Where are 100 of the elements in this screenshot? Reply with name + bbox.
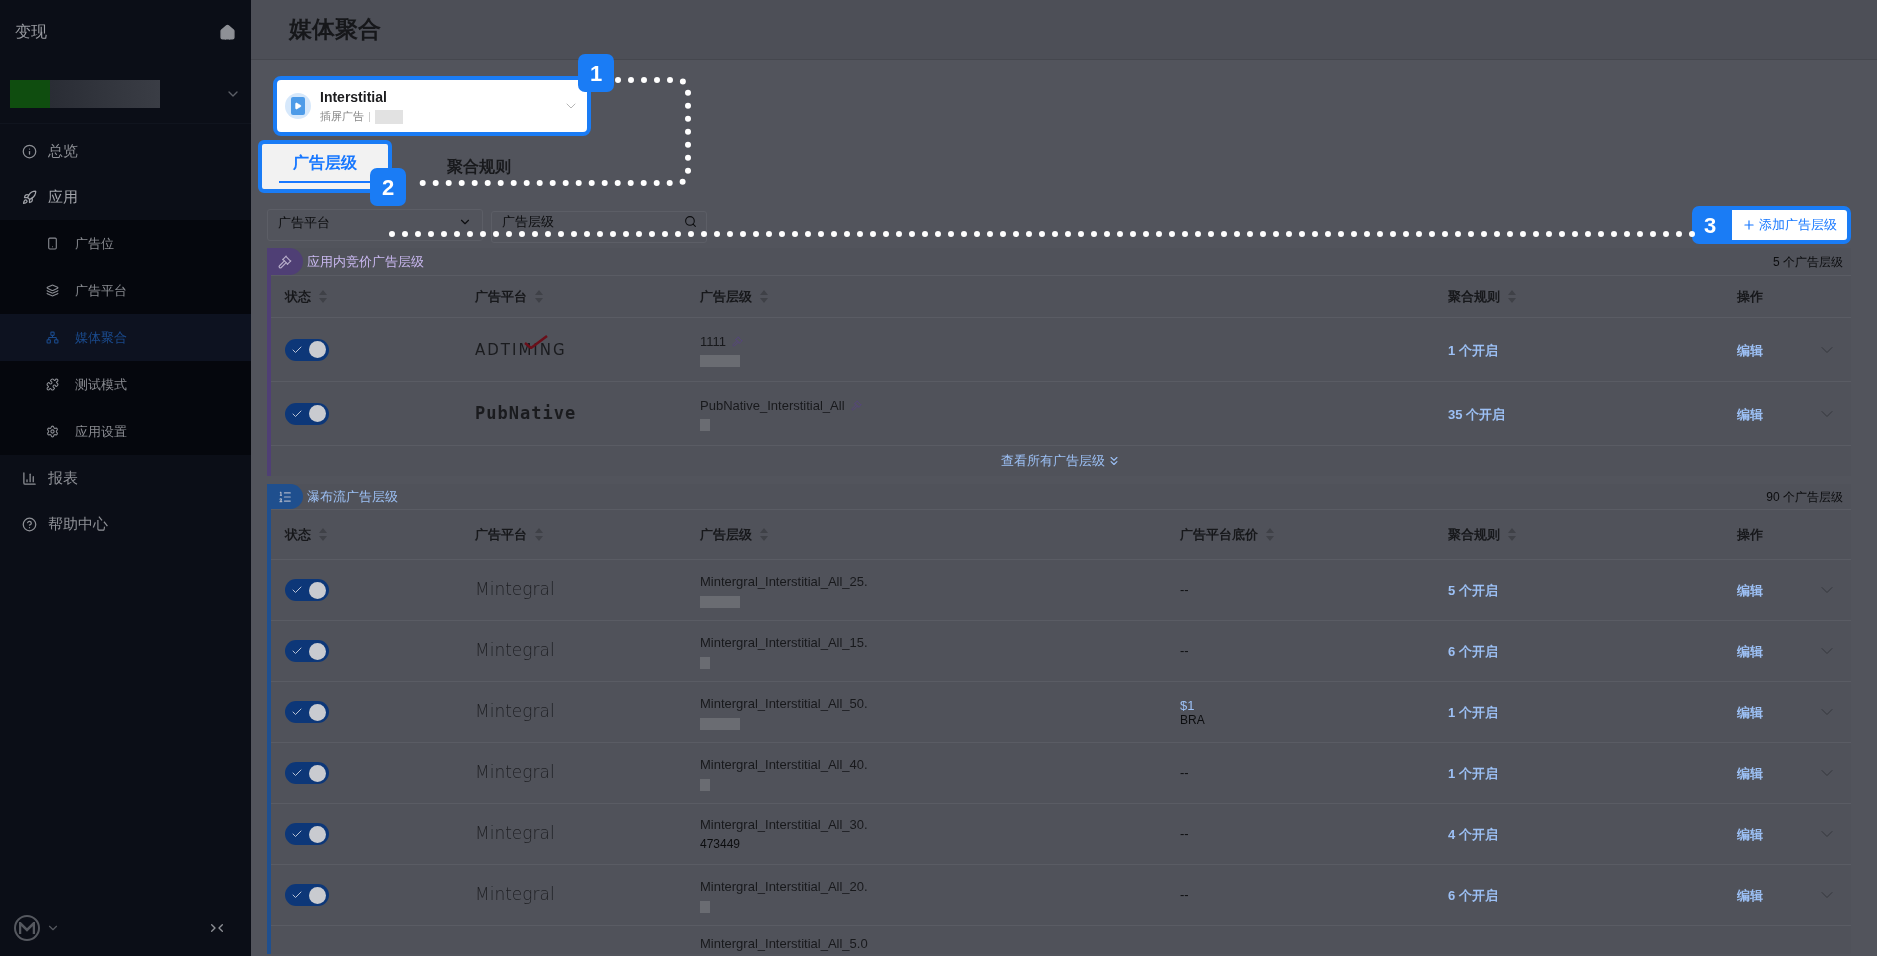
section-title: 应用内竞价广告层级 [307,252,424,271]
edit-link[interactable]: 编辑 [1737,766,1763,781]
gavel-icon [732,336,744,347]
layer-id: 473449 [700,835,742,853]
column-header: 聚合规则 [1448,525,1500,544]
double-chevron-icon [1107,454,1121,468]
rules-link[interactable]: 5 个开启 [1448,583,1498,598]
step-badge: 1 [578,54,614,92]
blurred-block [375,109,403,124]
tab[interactable]: 聚合规则 [412,140,546,193]
blurred-app-name[interactable] [10,79,160,108]
blurred-block [700,717,740,730]
toggle-switch[interactable] [285,640,329,662]
check-icon [291,706,303,718]
blurred-block [700,355,740,368]
column-header: 广告层级 [700,525,752,544]
edit-link[interactable]: 编辑 [1737,888,1763,903]
check-icon [291,584,303,596]
gavel-icon [278,254,292,269]
sidebar-title: 变现 [15,22,47,42]
column-header: 状态 [285,287,311,306]
nav-icon [46,378,59,391]
search-icon [684,215,697,228]
edit-link[interactable]: 编辑 [1737,827,1763,842]
blurred-block [700,900,710,913]
toggle-switch[interactable] [285,823,329,845]
edit-link[interactable]: 编辑 [1737,705,1763,720]
toggle-switch[interactable] [285,402,329,425]
column-header: 状态 [285,525,311,544]
floor-price: -- [1180,581,1189,600]
blurred-block [700,419,710,432]
platform-logo: ADTIMING [475,338,567,361]
rules-link[interactable]: 6 个开启 [1448,644,1498,659]
rules-link[interactable]: 35 个开启 [1448,406,1506,422]
nav-icon [22,470,37,486]
home-icon[interactable] [219,23,236,41]
placement-name: Interstitial [320,88,388,108]
nav-icon [22,143,37,159]
toggle-switch[interactable] [285,579,329,601]
nav-item[interactable]: 总览 [0,128,251,174]
nav-icon [22,516,37,532]
floor-price: -- [1180,825,1189,844]
platform-select[interactable]: 广告平台 [267,209,483,241]
toggle-switch[interactable] [285,338,329,361]
layer-search-field[interactable]: 广告层级 [491,210,707,243]
nav-subitem[interactable]: 媒体聚合 [0,314,251,361]
layer-name: Mintergral_Interstitial_All_20. [700,878,868,897]
column-header: 广告平台底价 [1180,525,1258,544]
view-all-link[interactable]: 查看所有广告层级 [1001,451,1105,471]
floor-price: -- [1180,642,1189,661]
logo-icon[interactable] [14,915,40,941]
nav-subitem[interactable]: 广告位 [0,220,251,267]
column-header: 操作 [1737,525,1763,544]
nav-subitem[interactable]: 测试模式 [0,361,251,408]
nav-subitem[interactable]: 应用设置 [0,408,251,455]
nav-icon [46,425,59,438]
list-icon [278,489,292,504]
check-icon [291,767,303,779]
nav-item[interactable]: 帮助中心 [0,501,251,547]
edit-link[interactable]: 编辑 [1737,644,1763,659]
floor-price: -- [1180,886,1189,905]
column-header: 聚合规则 [1448,287,1500,306]
check-icon [291,828,303,840]
column-header: 广告层级 [700,287,752,306]
country-code: BRA [1180,712,1206,727]
rules-link[interactable]: 1 个开启 [1448,342,1498,358]
nav-icon [46,331,59,344]
placement-icon [285,93,311,119]
column-header: 操作 [1737,287,1763,306]
edit-link[interactable]: 编辑 [1737,406,1763,422]
nav-item[interactable]: 报表 [0,455,251,501]
floor-price: $1 [1180,697,1196,713]
layer-name: Mintergral_Interstitial_All_25. [700,573,868,592]
blurred-block [700,595,740,608]
nav-subitem[interactable]: 广告平台 [0,267,251,314]
plus-icon [1742,218,1756,232]
placement-dropdown[interactable]: Interstitial 插屏广告 [273,76,591,136]
toggle-switch[interactable] [285,762,329,784]
step-badge: 3 [1692,206,1728,244]
platform-logo: PubNative [475,402,577,423]
layer-name: Mintergral_Interstitial_All_40. [700,756,868,775]
rules-link[interactable]: 1 个开启 [1448,766,1498,781]
section-title: 瀑布流广告层级 [307,487,398,506]
edit-link[interactable]: 编辑 [1737,342,1763,358]
column-header: 广告平台 [475,525,527,544]
check-icon [291,645,303,657]
add-layer-button[interactable]: 添加广告层级 [1728,206,1851,244]
rules-link[interactable]: 4 个开启 [1448,827,1498,842]
nav-icon [46,284,59,297]
layer-name: Mintergral_Interstitial_All_5.0 [700,935,869,953]
step-badge: 2 [370,168,406,206]
nav-item[interactable]: 应用 [0,174,251,220]
layer-count: 90 个广告层级 [1766,488,1843,506]
check-icon [291,889,303,901]
toggle-switch[interactable] [285,701,329,723]
blurred-block [700,778,710,791]
edit-link[interactable]: 编辑 [1737,583,1763,598]
rules-link[interactable]: 1 个开启 [1448,705,1498,720]
toggle-switch[interactable] [285,884,329,906]
rules-link[interactable]: 6 个开启 [1448,888,1498,903]
